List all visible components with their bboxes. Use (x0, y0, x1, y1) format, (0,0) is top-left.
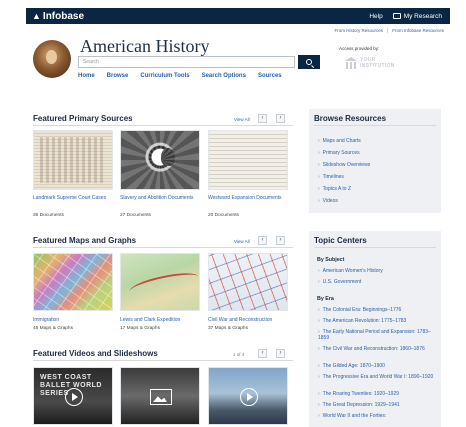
util-link-history[interactable]: From History Resources (335, 28, 384, 33)
institution-logo: YOUR INSTITUTION (345, 57, 395, 69)
infobase-logo-icon: ▲ (32, 11, 41, 21)
era-link-colonial[interactable]: The Colonial Era: Beginnings–1776 (318, 307, 438, 313)
next-arrow-button[interactable]: › (276, 236, 285, 245)
section-divider (33, 247, 293, 248)
main-nav: Home Browse Curriculum Tools Search Opti… (78, 73, 282, 79)
era-link-progressive[interactable]: The Progressive Era and World War I: 189… (318, 374, 436, 380)
card-image-supreme-court[interactable] (33, 130, 113, 190)
slideshow-icon[interactable] (150, 389, 172, 405)
card-title-slavery[interactable]: Slavery and Abolition Documents (120, 195, 200, 201)
era-link-twenties[interactable]: The Roaring Twenties: 1920–1929 (318, 391, 438, 397)
prev-arrow-button[interactable]: ‹ (258, 236, 267, 245)
card-title-immigration[interactable]: Immigration (33, 317, 113, 323)
browse-link-slideshows[interactable]: Slideshow Overviews (318, 162, 371, 168)
card-count: 36 Documents (33, 213, 64, 218)
nav-home[interactable]: Home (78, 73, 95, 79)
help-link[interactable]: Help (369, 13, 382, 20)
search-input[interactable]: Search (78, 56, 295, 68)
maps-title: Featured Maps and Graphs (33, 236, 137, 245)
access-provided-label: Access provided by: (339, 46, 380, 51)
card-count: 45 Maps & Graphs (33, 326, 73, 331)
portrait-face (46, 50, 57, 64)
card-title-lewis-clark[interactable]: Lewis and Clark Expedition (120, 317, 200, 323)
section-divider (33, 125, 293, 126)
card-image-westward[interactable] (208, 130, 288, 190)
subject-link-womens-history[interactable]: American Women's History (318, 268, 383, 274)
by-subject-label: By Subject (317, 257, 345, 263)
browse-link-videos[interactable]: Videos (318, 198, 338, 204)
era-link-wwii[interactable]: World War II and the Forties: (318, 413, 438, 419)
section-divider (33, 360, 293, 361)
play-icon[interactable] (65, 388, 83, 406)
search-icon (306, 59, 312, 65)
section-divider (314, 247, 436, 248)
topic-centers-title: Topic Centers (314, 236, 367, 245)
primary-sources-view-all[interactable]: View All (234, 117, 250, 122)
nav-sources[interactable]: Sources (258, 73, 282, 79)
prev-arrow-button[interactable]: ‹ (258, 349, 267, 358)
card-image-slavery[interactable] (120, 130, 200, 190)
era-link-civil-war[interactable]: The Civil War and Reconstruction: 1860–1… (318, 346, 436, 352)
infobase-logo-text: Infobase (42, 10, 85, 22)
by-era-label: By Era (317, 296, 334, 302)
nav-curriculum-tools[interactable]: Curriculum Tools (140, 73, 189, 79)
nav-search-options[interactable]: Search Options (202, 73, 246, 79)
card-title-civil-war[interactable]: Civil War and Reconstruction (208, 317, 288, 323)
video-thumbnail[interactable] (208, 367, 288, 425)
infobase-logo[interactable]: ▲ Infobase (32, 11, 84, 22)
search-button[interactable] (298, 55, 320, 69)
card-title-westward[interactable]: Westward Expansion Documents (208, 195, 288, 201)
era-link-gilded-age[interactable]: The Gilded Age: 1870–1900 (318, 363, 438, 369)
page-title: American History (80, 36, 210, 56)
play-icon[interactable] (240, 388, 258, 406)
next-arrow-button[interactable]: › (276, 114, 285, 123)
building-icon (345, 57, 357, 69)
card-count: 17 Maps & Graphs (120, 326, 160, 331)
slideshow-thumbnail[interactable] (120, 367, 200, 425)
browse-link-primary-sources[interactable]: Primary Sources (318, 150, 360, 156)
video-thumbnail[interactable]: WEST COAST BALLET WORLD SERIES (33, 367, 113, 425)
era-link-early-national[interactable]: The Early National Period and Expansion:… (318, 329, 436, 341)
maps-view-all[interactable]: View All (234, 239, 250, 244)
card-count: 27 Documents (120, 213, 151, 218)
videos-pager: 1 of 4 (233, 352, 245, 357)
card-title-supreme-court[interactable]: Landmark Supreme Court Cases (33, 195, 113, 201)
util-separator: | (387, 28, 389, 33)
browse-link-maps[interactable]: Maps and Charts (318, 138, 361, 144)
my-research-link[interactable]: My Research (392, 12, 442, 20)
institution-line2: INSTITUTION (360, 63, 395, 69)
top-bar: ▲ Infobase Help My Research (26, 8, 450, 24)
section-divider (314, 125, 436, 126)
browse-resources-title: Browse Resources (314, 114, 387, 123)
card-count: 37 Maps & Graphs (208, 326, 248, 331)
card-image-immigration[interactable] (33, 253, 113, 311)
my-research-label: My Research (403, 12, 442, 20)
era-link-depression[interactable]: The Great Depression: 1929–1941 (318, 402, 438, 408)
folder-icon (392, 12, 401, 19)
card-image-civil-war[interactable] (208, 253, 288, 311)
utility-links: From History Resources | From Infobase R… (335, 28, 444, 33)
card-count: 20 Documents (208, 213, 239, 218)
prev-arrow-button[interactable]: ‹ (258, 114, 267, 123)
util-link-infobase[interactable]: From Infobase Resources (392, 28, 444, 33)
next-arrow-button[interactable]: › (276, 349, 285, 358)
database-avatar (33, 40, 71, 78)
subject-link-us-government[interactable]: U.S. Government (318, 279, 362, 285)
nav-browse[interactable]: Browse (107, 73, 129, 79)
videos-title: Featured Videos and Slideshows (33, 349, 158, 358)
primary-sources-title: Featured Primary Sources (33, 114, 133, 123)
browse-link-topics[interactable]: Topics A to Z (318, 186, 351, 192)
browse-link-timelines[interactable]: Timelines (318, 174, 344, 180)
era-link-revolution[interactable]: The American Revolution: 1775–1783 (318, 318, 438, 324)
card-image-lewis-clark[interactable] (120, 253, 200, 311)
